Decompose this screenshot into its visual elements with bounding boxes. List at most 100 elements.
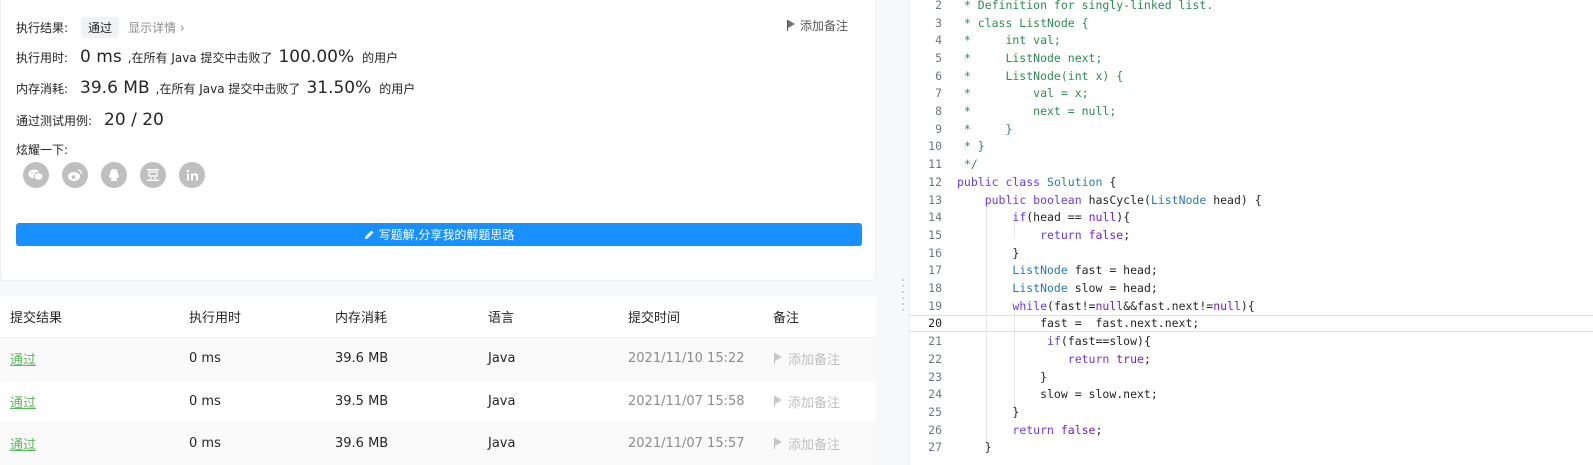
code-line[interactable]: 4 * int val; bbox=[910, 31, 1593, 49]
submission-status-link[interactable]: 通过 bbox=[10, 396, 36, 411]
line-number: 22 bbox=[928, 351, 942, 366]
code-line[interactable]: 27 } bbox=[910, 439, 1593, 457]
add-note-label: 添加备注 bbox=[788, 438, 841, 454]
code-line[interactable]: 3 * class ListNode { bbox=[910, 14, 1593, 32]
submission-status-link[interactable]: 通过 bbox=[10, 353, 36, 368]
header-time: 提交时间 bbox=[628, 311, 681, 326]
line-code: * } bbox=[957, 139, 985, 154]
line-number: 26 bbox=[928, 422, 942, 437]
runtime-percent: 100.00% bbox=[278, 47, 355, 67]
line-code: * ListNode next; bbox=[957, 50, 1103, 65]
code-line[interactable]: 22 return true; bbox=[910, 350, 1593, 368]
line-number: 12 bbox=[928, 174, 942, 189]
add-note-label: 添加备注 bbox=[788, 353, 841, 369]
code-line[interactable]: 20 fast = fast.next.next; bbox=[910, 314, 1593, 333]
code-line[interactable]: 6 * ListNode(int x) { bbox=[910, 67, 1593, 85]
line-number: 16 bbox=[928, 245, 942, 260]
memory-value: 39.6 MB bbox=[80, 78, 150, 98]
add-note-button[interactable]: 添加备注 bbox=[773, 349, 876, 368]
code-line[interactable]: 19 while(fast!=null&&fast.next!=null){ bbox=[910, 297, 1593, 315]
line-code: } bbox=[957, 404, 1020, 419]
submissions-table: 提交结果 执行用时 内存消耗 语言 提交时间 备注 通过 0 ms 39.6 M… bbox=[0, 296, 876, 465]
line-number: 24 bbox=[928, 387, 942, 402]
add-note-button[interactable]: 添加备注 bbox=[773, 392, 876, 411]
weibo-icon[interactable] bbox=[62, 162, 88, 188]
submission-time: 2021/11/07 15:58 bbox=[628, 393, 745, 409]
app-root: 执行结果: 通过 显示详情 › 添加备注 执行用时: 0 ms ,在所有 Jav… bbox=[0, 0, 1593, 465]
share-icons bbox=[23, 162, 205, 188]
code-line[interactable]: 9 * } bbox=[910, 120, 1593, 138]
code-line[interactable]: 25 } bbox=[910, 403, 1593, 421]
add-note-button[interactable]: 添加备注 bbox=[773, 434, 876, 453]
pane-splitter-handle[interactable] bbox=[897, 270, 909, 320]
code-line[interactable]: 21 if(fast==slow){ bbox=[910, 332, 1593, 350]
code-line[interactable]: 13 public boolean hasCycle(ListNode head… bbox=[910, 191, 1593, 209]
header-runtime: 执行用时 bbox=[189, 311, 242, 326]
add-note-label: 添加备注 bbox=[799, 19, 848, 33]
code-line[interactable]: 17 ListNode fast = head; bbox=[910, 262, 1593, 280]
code-line[interactable]: 7 * val = x; bbox=[910, 85, 1593, 103]
submission-status-link[interactable]: 通过 bbox=[10, 438, 36, 453]
line-code: if(fast==slow){ bbox=[1047, 334, 1151, 349]
code-line[interactable]: 14 if(head == null){ bbox=[910, 208, 1593, 226]
header-note: 备注 bbox=[773, 311, 800, 326]
add-note-button[interactable]: 添加备注 bbox=[786, 17, 848, 34]
code-line[interactable]: 15 return false; bbox=[910, 226, 1593, 244]
code-line[interactable]: 18 ListNode slow = head; bbox=[910, 279, 1593, 297]
code-line[interactable]: 8 * next = null; bbox=[910, 102, 1593, 120]
code-line[interactable]: 16 } bbox=[910, 244, 1593, 262]
line-code: } bbox=[957, 245, 1020, 260]
line-number: 9 bbox=[935, 121, 942, 136]
memory-label: 内存消耗: bbox=[16, 82, 69, 96]
memory-percent: 31.50% bbox=[306, 78, 372, 98]
header-language: 语言 bbox=[488, 311, 515, 326]
line-number: 15 bbox=[928, 227, 942, 242]
submission-language: Java bbox=[488, 436, 516, 452]
code-editor[interactable]: 2 * Definition for singly-linked list. 3 … bbox=[909, 0, 1593, 465]
line-number: 11 bbox=[928, 157, 942, 172]
line-number: 27 bbox=[928, 440, 942, 455]
line-code: ListNode fast = head; bbox=[1012, 263, 1158, 278]
line-number: 19 bbox=[928, 298, 942, 313]
code-line[interactable]: 10 * } bbox=[910, 138, 1593, 156]
show-details-link[interactable]: 显示详情 › bbox=[128, 19, 185, 36]
flag-icon bbox=[773, 395, 784, 407]
result-card: 执行结果: 通过 显示详情 › 添加备注 执行用时: 0 ms ,在所有 Jav… bbox=[0, 0, 876, 281]
flag-icon bbox=[773, 353, 784, 365]
submission-memory: 39.5 MB bbox=[335, 393, 389, 409]
runtime-label: 执行用时: bbox=[16, 51, 69, 65]
code-line[interactable]: 2 * Definition for singly-linked list. bbox=[910, 0, 1593, 14]
line-number: 3 bbox=[935, 15, 942, 30]
line-code: public boolean hasCycle(ListNode head) { bbox=[984, 192, 1262, 207]
line-number: 5 bbox=[935, 50, 942, 65]
line-code: fast = fast.next.next; bbox=[957, 316, 1200, 331]
line-code: */ bbox=[957, 157, 978, 172]
line-number: 8 bbox=[935, 104, 942, 119]
line-code: while(fast!=null&&fast.next!=null){ bbox=[1012, 298, 1255, 313]
line-number: 10 bbox=[928, 139, 942, 154]
douban-icon[interactable] bbox=[140, 162, 166, 188]
submission-memory: 39.6 MB bbox=[335, 351, 389, 367]
line-code: public class Solution { bbox=[957, 174, 1117, 189]
write-solution-button[interactable]: 写题解,分享我的解题思路 bbox=[16, 223, 862, 246]
code-line[interactable]: 12 public class Solution { bbox=[910, 173, 1593, 191]
submission-time: 2021/11/10 15:22 bbox=[628, 351, 745, 367]
wechat-icon[interactable] bbox=[23, 162, 49, 188]
runtime-middle: ,在所有 Java 提交中击败了 bbox=[127, 51, 273, 65]
linkedin-icon[interactable] bbox=[179, 162, 205, 188]
line-number: 25 bbox=[928, 404, 942, 419]
line-number: 7 bbox=[935, 86, 942, 101]
tests-row: 通过测试用例: 20 / 20 bbox=[16, 110, 170, 130]
submission-time: 2021/11/07 15:57 bbox=[628, 436, 745, 452]
tests-label: 通过测试用例: bbox=[16, 114, 93, 128]
code-line[interactable]: 23 } bbox=[910, 368, 1593, 386]
line-code: * next = null; bbox=[957, 104, 1117, 119]
line-number: 4 bbox=[935, 33, 942, 48]
qq-icon[interactable] bbox=[101, 162, 127, 188]
line-code: return true; bbox=[1067, 351, 1151, 366]
flag-icon bbox=[786, 20, 797, 31]
code-line[interactable]: 26 return false; bbox=[910, 421, 1593, 439]
code-line[interactable]: 24 slow = slow.next; bbox=[910, 385, 1593, 403]
code-line[interactable]: 11 */ bbox=[910, 155, 1593, 173]
code-line[interactable]: 5 * ListNode next; bbox=[910, 49, 1593, 67]
